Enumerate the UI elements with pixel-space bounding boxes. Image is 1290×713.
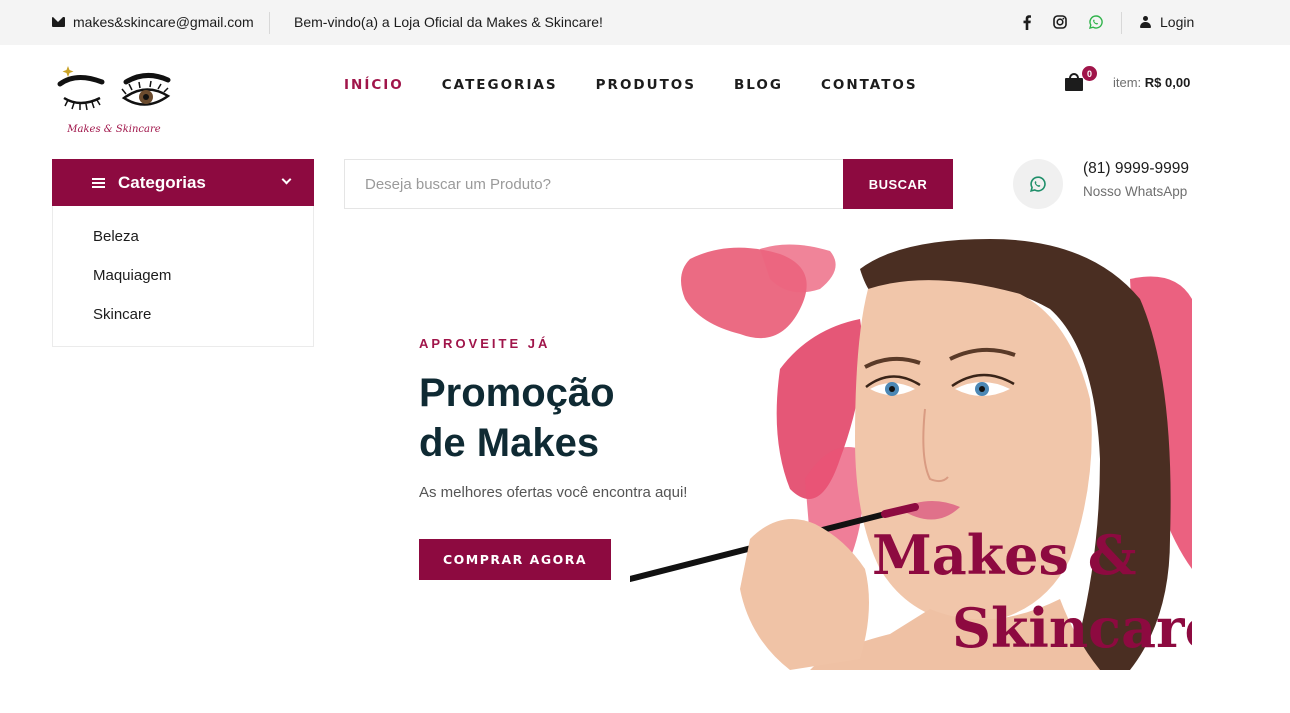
chevron-down-icon [281, 174, 292, 185]
category-item-skincare[interactable]: Skincare [93, 306, 151, 323]
logo-text: Makes & Skincare [66, 124, 160, 135]
cart-count-badge: 0 [1082, 66, 1097, 81]
hero-brand-line2: Skincare [952, 596, 1192, 660]
hero-illustration: Makes & Skincare [630, 239, 1192, 670]
categories-list: Beleza Maquiagem Skincare [52, 206, 314, 347]
cart-item-label: item: [1113, 75, 1142, 90]
categories-toggle[interactable]: Categorias [52, 159, 314, 206]
welcome-text: Bem-vindo(a) a Loja Oficial da Makes & S… [294, 14, 603, 30]
hero-subtitle: As melhores ofertas você encontra aqui! [419, 484, 688, 501]
hero-title: Promoção de Makes [419, 368, 615, 468]
user-icon [1140, 16, 1151, 28]
instagram-icon[interactable] [1052, 13, 1068, 31]
email-text: makes&skincare@gmail.com [73, 14, 254, 30]
hero-brand-line1: Makes & [872, 523, 1137, 587]
site-logo[interactable]: Makes & Skincare [56, 62, 172, 138]
nav-contatos[interactable]: CONTATOS [821, 77, 918, 93]
whatsapp-contact-icon[interactable] [1013, 159, 1063, 209]
email-link[interactable]: makes&skincare@gmail.com [52, 14, 254, 30]
whatsapp-phone[interactable]: (81) 9999-9999 [1083, 160, 1189, 178]
nav-blog[interactable]: BLOG [734, 77, 783, 93]
search-button[interactable]: BUSCAR [843, 159, 953, 209]
whatsapp-label: Nosso WhatsApp [1083, 184, 1188, 199]
cart-body [1065, 78, 1083, 91]
login-label: Login [1160, 14, 1195, 30]
hero-title-line1: Promoção [419, 371, 615, 415]
cart-total[interactable]: item: R$ 0,00 [1113, 75, 1190, 90]
whatsapp-icon[interactable] [1088, 13, 1104, 31]
divider [1121, 12, 1122, 34]
nav-inicio[interactable]: INÍCIO [344, 77, 404, 93]
main-nav: INÍCIO CATEGORIAS PRODUTOS BLOG CONTATOS [344, 77, 956, 93]
category-item-maquiagem[interactable]: Maquiagem [93, 267, 171, 284]
logo-eyes-graphic: Makes & Skincare [57, 66, 171, 135]
envelope-icon [52, 17, 65, 27]
menu-icon [92, 178, 105, 188]
buy-now-button[interactable]: COMPRAR AGORA [419, 539, 611, 580]
cart-total-value: R$ 0,00 [1144, 75, 1191, 90]
divider [269, 12, 270, 34]
search-input[interactable] [345, 160, 844, 208]
login-link[interactable]: Login [1140, 14, 1194, 30]
hero-title-line2: de Makes [419, 421, 600, 465]
facebook-icon[interactable] [1019, 13, 1035, 31]
nav-categorias[interactable]: CATEGORIAS [442, 77, 558, 93]
top-bar: makes&skincare@gmail.com Bem-vindo(a) a … [0, 0, 1290, 45]
hero-kicker: APROVEITE JÁ [419, 336, 551, 351]
search-box [344, 159, 844, 209]
nav-produtos[interactable]: PRODUTOS [596, 77, 696, 93]
category-item-beleza[interactable]: Beleza [93, 228, 139, 245]
categories-title: Categorias [118, 173, 206, 192]
hero-banner-image: Makes & Skincare [630, 239, 1192, 670]
